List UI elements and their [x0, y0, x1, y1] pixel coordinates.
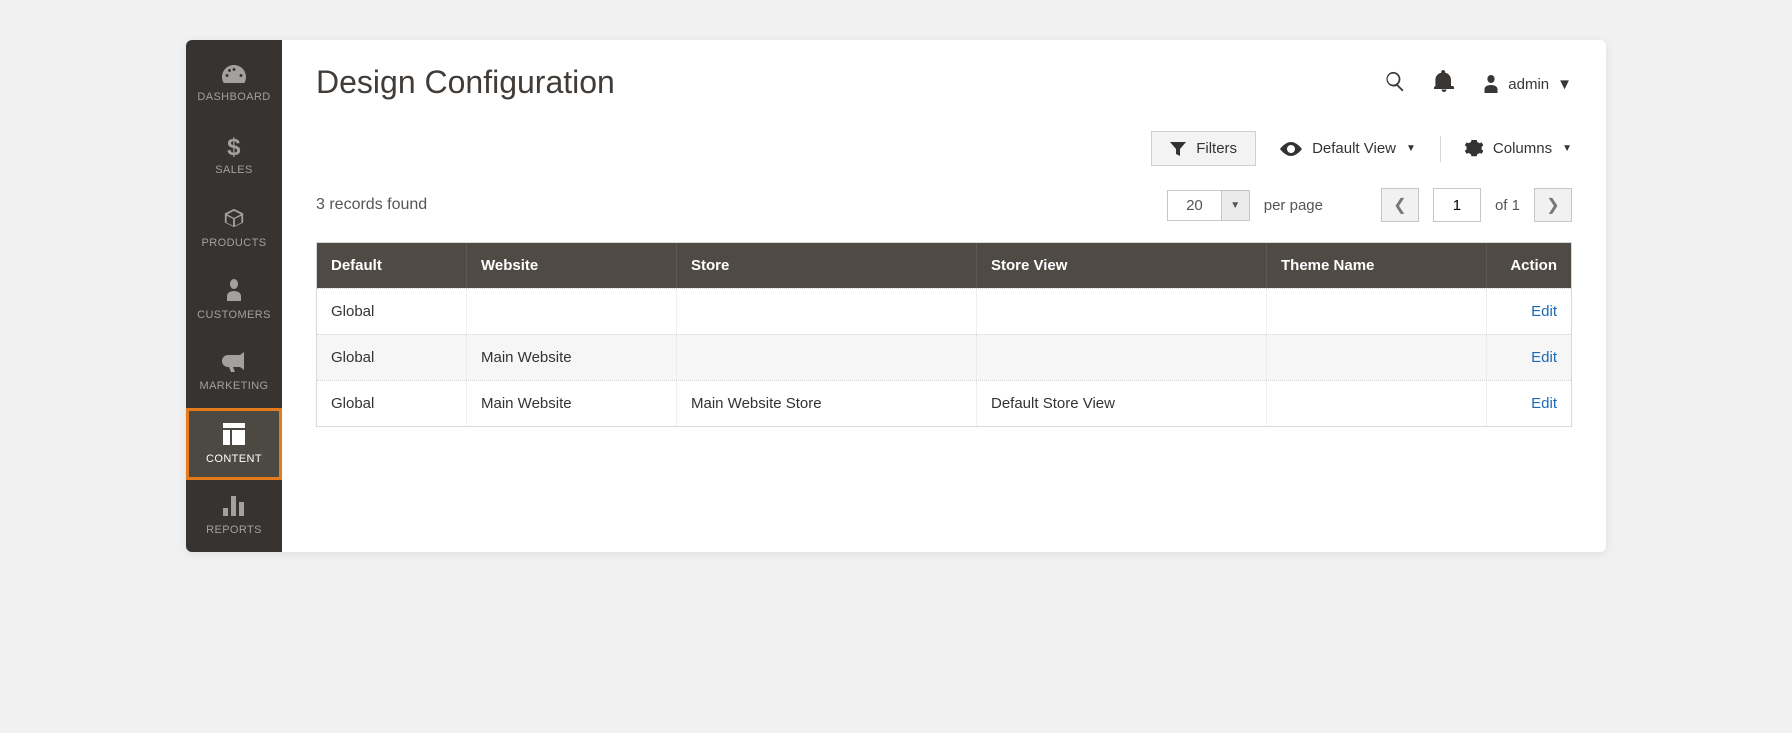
grid-header-row: Default Website Store Store View Theme N… [317, 243, 1571, 288]
per-page-label: per page [1264, 197, 1323, 214]
sidebar-item-content[interactable]: CONTENT [186, 408, 282, 480]
header-actions: admin ▼ [1384, 64, 1572, 98]
col-header-website[interactable]: Website [467, 243, 677, 288]
page-title: Design Configuration [316, 64, 615, 101]
filters-label: Filters [1196, 140, 1237, 157]
sidebar-item-label: DASHBOARD [197, 91, 270, 103]
admin-user-menu[interactable]: admin ▼ [1482, 75, 1572, 93]
eye-icon [1280, 142, 1302, 156]
chevron-down-icon: ▼ [1406, 143, 1416, 154]
chevron-down-icon: ▼ [1221, 191, 1249, 220]
sidebar-item-label: PRODUCTS [202, 237, 267, 249]
col-header-store[interactable]: Store [677, 243, 977, 288]
per-page-value: 20 [1168, 191, 1221, 220]
page-number-input[interactable] [1433, 188, 1481, 222]
chevron-left-icon: ❮ [1393, 195, 1406, 215]
chevron-down-icon: ▼ [1562, 143, 1572, 154]
table-row: Global Main Website Main Website Store D… [317, 380, 1571, 426]
person-icon [225, 279, 243, 305]
gear-icon [1465, 140, 1483, 158]
dollar-icon: $ [227, 136, 241, 160]
sidebar-item-label: CUSTOMERS [197, 309, 271, 321]
cell-theme-name [1267, 335, 1487, 380]
layout-icon [223, 423, 245, 449]
edit-link[interactable]: Edit [1531, 303, 1557, 320]
sidebar-item-sales[interactable]: $ SALES [186, 120, 282, 192]
columns-dropdown[interactable]: Columns ▼ [1465, 140, 1572, 158]
total-pages-text: of 1 [1495, 197, 1520, 214]
default-view-label: Default View [1312, 140, 1396, 157]
cell-store-view [977, 335, 1267, 380]
cell-website: Main Website [467, 381, 677, 426]
cell-website [467, 289, 677, 334]
edit-link[interactable]: Edit [1531, 349, 1557, 366]
col-header-action: Action [1487, 243, 1571, 288]
cell-theme-name [1267, 381, 1487, 426]
cell-default: Global [317, 289, 467, 334]
table-row: Global Main Website Edit [317, 334, 1571, 380]
funnel-icon [1170, 142, 1186, 156]
cell-theme-name [1267, 289, 1487, 334]
pagination: 20 ▼ per page ❮ of 1 ❯ [1167, 188, 1572, 222]
cell-website: Main Website [467, 335, 677, 380]
cell-store [677, 289, 977, 334]
box-icon [223, 207, 245, 233]
columns-label: Columns [1493, 140, 1552, 157]
bar-chart-icon [223, 496, 245, 520]
next-page-button[interactable]: ❯ [1534, 188, 1572, 222]
records-bar: 3 records found 20 ▼ per page ❮ of 1 ❯ [316, 188, 1572, 222]
records-found-text: 3 records found [316, 196, 427, 214]
col-header-theme-name[interactable]: Theme Name [1267, 243, 1487, 288]
search-icon[interactable] [1384, 70, 1406, 98]
default-view-dropdown[interactable]: Default View ▼ [1280, 140, 1416, 157]
cell-default: Global [317, 381, 467, 426]
cell-store: Main Website Store [677, 381, 977, 426]
sidebar-item-label: SALES [215, 164, 252, 176]
notifications-icon[interactable] [1434, 70, 1454, 98]
col-header-store-view[interactable]: Store View [977, 243, 1267, 288]
app-window: DASHBOARD $ SALES PRODUCTS CUSTOMERS MAR… [186, 40, 1606, 552]
cell-store-view [977, 289, 1267, 334]
page-header: Design Configuration admin ▼ [316, 64, 1572, 101]
sidebar-item-customers[interactable]: CUSTOMERS [186, 264, 282, 336]
sidebar-item-label: REPORTS [206, 524, 262, 536]
cell-default: Global [317, 335, 467, 380]
user-icon [1482, 75, 1500, 93]
cell-store-view: Default Store View [977, 381, 1267, 426]
sidebar-item-reports[interactable]: REPORTS [186, 480, 282, 552]
sidebar-item-marketing[interactable]: MARKETING [186, 336, 282, 408]
grid-toolbar: Filters Default View ▼ Columns ▼ [316, 131, 1572, 166]
prev-page-button[interactable]: ❮ [1381, 188, 1419, 222]
divider [1440, 136, 1441, 162]
edit-link[interactable]: Edit [1531, 395, 1557, 412]
chevron-right-icon: ❯ [1546, 195, 1559, 215]
dashboard-icon [222, 65, 246, 87]
cell-store [677, 335, 977, 380]
sidebar-item-label: MARKETING [200, 380, 269, 392]
data-grid: Default Website Store Store View Theme N… [316, 242, 1572, 427]
sidebar: DASHBOARD $ SALES PRODUCTS CUSTOMERS MAR… [186, 40, 282, 552]
sidebar-item-products[interactable]: PRODUCTS [186, 192, 282, 264]
sidebar-item-label: CONTENT [206, 453, 262, 465]
main-content: Design Configuration admin ▼ Filters [282, 40, 1606, 552]
megaphone-icon [222, 352, 246, 376]
per-page-select[interactable]: 20 ▼ [1167, 190, 1250, 221]
filters-button[interactable]: Filters [1151, 131, 1256, 166]
col-header-default[interactable]: Default [317, 243, 467, 288]
admin-user-label: admin [1508, 76, 1549, 93]
chevron-down-icon: ▼ [1557, 76, 1572, 93]
table-row: Global Edit [317, 288, 1571, 334]
sidebar-item-dashboard[interactable]: DASHBOARD [186, 48, 282, 120]
